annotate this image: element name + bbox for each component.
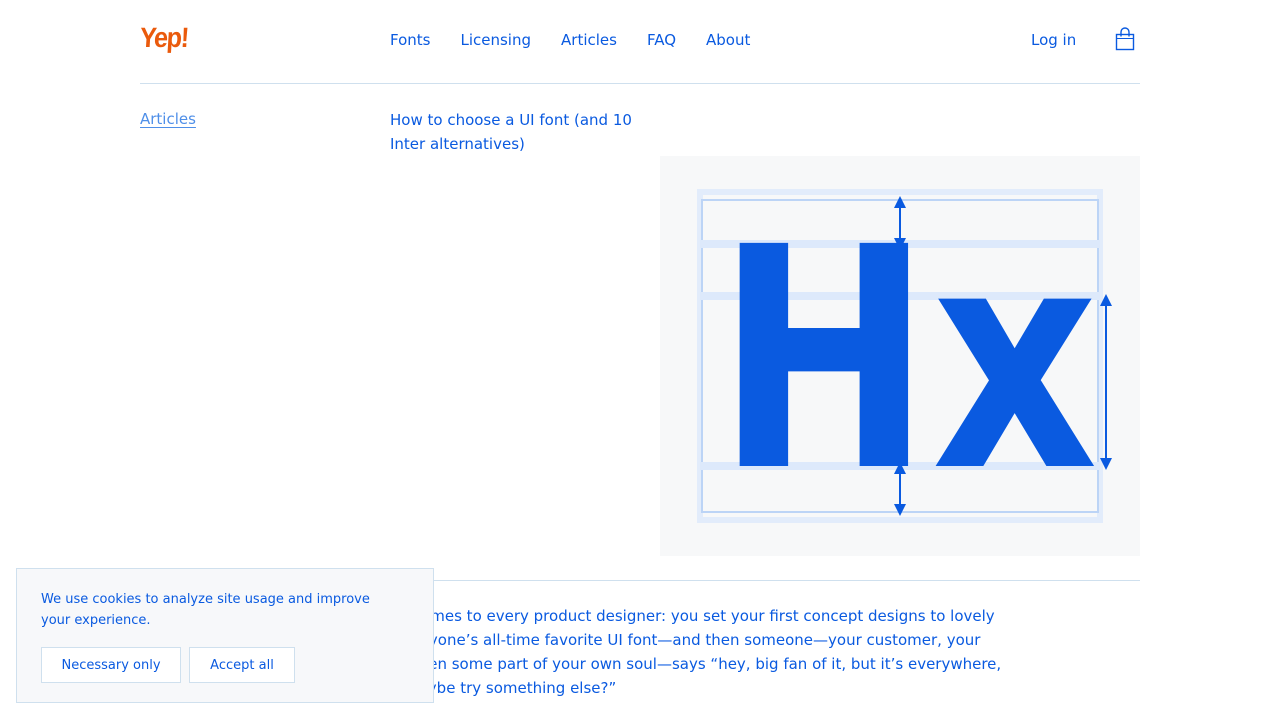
main-nav: Fonts Licensing Articles FAQ About bbox=[390, 31, 750, 49]
article-body: ay comes to every product designer: you … bbox=[390, 604, 1040, 700]
body-line: -everyone’s all-time favorite UI font—an… bbox=[390, 631, 981, 649]
content-divider bbox=[390, 580, 1140, 581]
breadcrumb-articles[interactable]: Articles bbox=[140, 110, 196, 128]
article-title: How to choose a UI font (and 10 Inter al… bbox=[390, 111, 632, 153]
nav-faq[interactable]: FAQ bbox=[647, 31, 676, 49]
nav-fonts[interactable]: Fonts bbox=[390, 31, 430, 49]
logo[interactable]: Yep! bbox=[139, 22, 189, 54]
login-link[interactable]: Log in bbox=[1031, 31, 1076, 49]
hero-illustration: Hx bbox=[660, 156, 1140, 556]
necessary-only-button[interactable]: Necessary only bbox=[41, 647, 181, 683]
body-line: or even some part of your own soul—says … bbox=[390, 655, 1002, 673]
typography-metrics-illustration: Hx bbox=[697, 183, 1112, 539]
nav-licensing[interactable]: Licensing bbox=[460, 31, 531, 49]
site-header: Yep! Fonts Licensing Articles FAQ About … bbox=[139, 0, 1140, 84]
hero-glyphs: Hx bbox=[716, 183, 1098, 539]
cookie-banner: We use cookies to analyze site usage and… bbox=[16, 568, 434, 703]
body-line: e maybe try something else?” bbox=[390, 679, 617, 697]
accept-all-button[interactable]: Accept all bbox=[189, 647, 295, 683]
nav-about[interactable]: About bbox=[706, 31, 750, 49]
cookie-message: We use cookies to analyze site usage and… bbox=[41, 592, 370, 628]
shopping-bag-icon[interactable] bbox=[1115, 27, 1135, 51]
nav-articles[interactable]: Articles bbox=[561, 31, 617, 49]
body-line: ay comes to every product designer: you … bbox=[390, 607, 995, 625]
